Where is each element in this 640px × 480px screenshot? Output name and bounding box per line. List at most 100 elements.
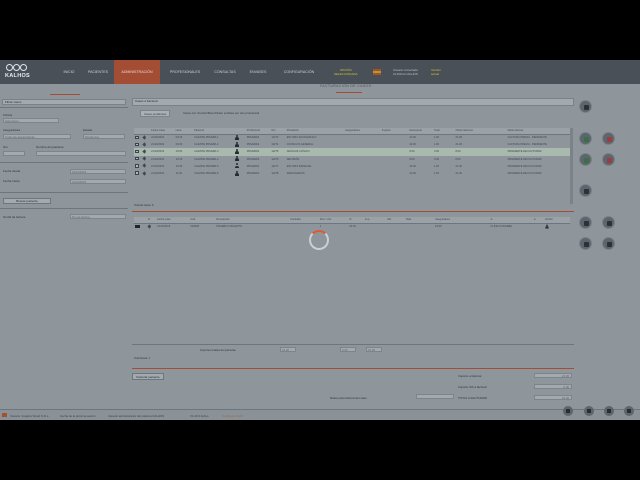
table-row[interactable]: 21/10/2019 11:00 CLIENTE PRUEBA 6 PRUEBAS 11… (134, 170, 570, 177)
edit-pencil-icon[interactable] (142, 135, 148, 140)
edit-pencil-icon[interactable] (142, 170, 148, 176)
table-cell: CLÍNICA PRUEBA (490, 225, 513, 229)
kalhos-logo[interactable]: KALHOS (3, 63, 37, 82)
table-cell (344, 141, 381, 148)
nav-item-5[interactable]: ENVASES (244, 60, 272, 84)
delete-line-icon[interactable] (545, 224, 549, 229)
nav-item-6[interactable]: CONFIGURACIÓN (276, 60, 322, 84)
table-cell: 22.00 (409, 172, 416, 176)
nav-item-3[interactable]: PROFESIONALES (164, 60, 206, 84)
table-cell: 000025 (190, 225, 200, 229)
tab-pending-cases[interactable]: Casos pendientes (140, 110, 171, 117)
patient-avatar-icon[interactable] (234, 156, 239, 162)
table-row[interactable]: 21/10/2019 10:00 CLIENTE PRUEBA 3 PRUEBAS 11… (134, 148, 570, 156)
status-select[interactable]: Pendientes (83, 134, 125, 139)
table-cell: CLIENTE PRUEBA 4 (194, 157, 219, 161)
table-cell: PENDIENTE DE FACTURAR (506, 148, 570, 156)
table-row[interactable]: 21/10/2019 10:45 CLIENTE PRUEBA 5 PRUEBAS 11… (134, 163, 570, 170)
table-cell: CLIENTE PRUEBA 3 (193, 148, 234, 156)
table-cell: 8.00 (409, 157, 415, 161)
table-cell: 21.00 (455, 143, 462, 147)
print-icon[interactable] (579, 100, 592, 113)
table-cell: CLIENTE PRUEBA 5 (194, 164, 219, 168)
patient-avatar-icon[interactable] (234, 141, 239, 147)
table-cell: ESTUDIO ECOGRÁFICO (286, 136, 317, 140)
table-cell: 11276 (271, 157, 279, 161)
number-field[interactable] (3, 151, 25, 156)
row-checkbox[interactable] (135, 149, 139, 154)
nav-item-4[interactable]: CONSULTAS (210, 60, 240, 84)
table-cell: 21/10/2019 (151, 157, 165, 161)
table-cell: 10:00 (174, 148, 194, 156)
date-from-field[interactable]: 01/10/2019 (70, 169, 126, 174)
edit-pencil-icon[interactable] (142, 156, 148, 161)
tab-voucher-cases[interactable]: Casos con Voucher/Bono/Orden emitidos po… (180, 110, 262, 117)
folder-icon[interactable] (135, 224, 140, 229)
remove-line-icon[interactable] (602, 237, 615, 250)
status-company: Usuario: Imagine Smart S.R.L. (10, 413, 50, 418)
patient-name-field[interactable] (36, 151, 126, 156)
delete-case-icon[interactable] (602, 132, 615, 145)
table-cell (364, 223, 386, 230)
logout-icon[interactable] (624, 406, 634, 416)
invoice-case-icon[interactable] (579, 153, 592, 166)
nav-item-1[interactable]: PACIENTES (84, 60, 112, 84)
patient-avatar-icon[interactable] (234, 163, 239, 169)
row-checkbox[interactable] (135, 142, 139, 147)
patient-totals-label: Importes totales del paciente (200, 348, 236, 352)
patient-avatar-icon[interactable] (234, 148, 239, 154)
messages-icon[interactable] (584, 406, 594, 416)
section-divider (132, 368, 574, 369)
logo-circle-icon (6, 64, 13, 71)
clinic-select[interactable]: Seleccione (3, 118, 59, 123)
table-cell: PRUEBAS (246, 164, 260, 168)
table-cell: 8.00 (408, 148, 433, 156)
table-cell: 0.00 (434, 157, 440, 161)
table-cell: ESTUDIO ESPECIAL (286, 164, 312, 168)
edit-pencil-icon[interactable] (142, 149, 148, 154)
spain-flag-icon[interactable] (373, 69, 381, 75)
export-icon[interactable] (579, 184, 592, 197)
table-cell (386, 223, 404, 230)
invoice-patient-button[interactable]: Facturar paciente (132, 373, 164, 380)
nav-item-0[interactable]: INICIO (58, 60, 80, 84)
table-cell: 11274 (271, 143, 279, 147)
edit-pencil-icon[interactable] (142, 163, 148, 168)
profile-link[interactable]: Configurar Perfil (222, 414, 243, 418)
cases-scrollbar[interactable] (570, 128, 573, 204)
table-cell (380, 148, 409, 156)
insurer-select[interactable]: Todas las aseguradoras (3, 134, 71, 139)
add-case-icon[interactable] (579, 132, 592, 145)
table-row[interactable]: 21/10/2019 09:15 CLIENTE PRUEBA 1 PRUEBAS 11… (134, 134, 570, 141)
row-checkbox[interactable] (135, 164, 139, 168)
table-cell (381, 141, 409, 148)
patient-avatar-icon[interactable] (234, 134, 239, 140)
settings-icon[interactable] (604, 406, 614, 416)
cancel-invoice-icon[interactable] (602, 153, 615, 166)
patient-avatar-icon[interactable] (234, 170, 239, 176)
table-row[interactable]: 21/10/2019 10:15 CLIENTE PRUEBA 4 PRUEBAS 11… (134, 156, 570, 163)
invoice-data-label: Datos para factura del caso (330, 396, 367, 400)
invoice-line-row[interactable]: 21/10/2019 000025 PRUEBA CONCEPTO 1 22.00 22.… (134, 223, 570, 230)
invoice-data-field[interactable] (416, 394, 454, 399)
invoice-id-field[interactable]: Nro de factura (70, 214, 126, 219)
table-cell: ANÁLISIS CLÍNICO (285, 148, 344, 156)
row-checkbox[interactable] (135, 171, 139, 175)
table-row[interactable]: 21/10/2019 09:30 CLIENTE PRUEBA 2 PRUEBAS 11… (134, 141, 570, 148)
row-checkbox[interactable] (135, 156, 139, 161)
date-to-field[interactable]: 31/10/2019 (70, 179, 126, 184)
edit-line-icon[interactable] (602, 216, 615, 229)
table-cell: 21/10/2019 (150, 148, 175, 156)
nav-item-2[interactable]: ADMINISTRACIÓN (114, 60, 160, 84)
edit-pencil-icon[interactable] (147, 224, 152, 229)
table-cell (381, 134, 409, 141)
save-line-icon[interactable] (579, 237, 592, 250)
patient-total: 22.00 (366, 347, 382, 352)
home-icon[interactable] (563, 406, 573, 416)
table-cell: 21/10/2019 (151, 136, 165, 140)
search-patient-button[interactable]: Buscar paciente (3, 198, 51, 204)
add-line-icon[interactable] (579, 216, 592, 229)
table-cell: 21.00 (455, 164, 462, 168)
row-checkbox[interactable] (135, 135, 139, 140)
edit-pencil-icon[interactable] (142, 142, 148, 147)
